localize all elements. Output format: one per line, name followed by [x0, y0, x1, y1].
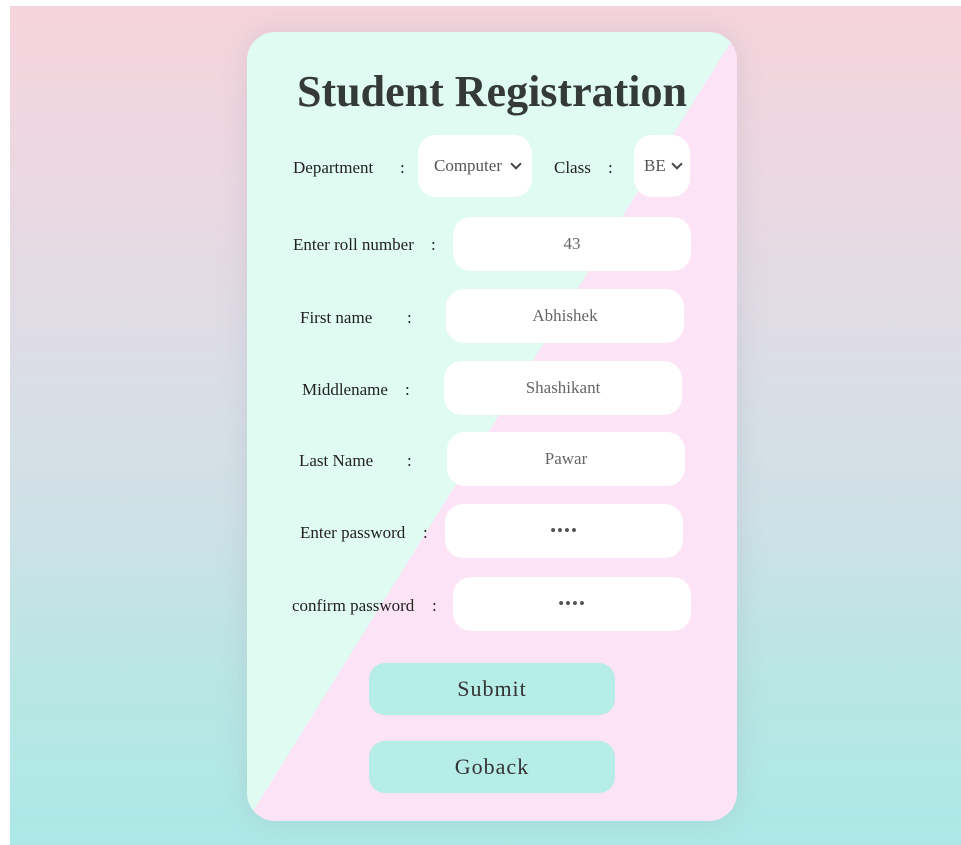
last-name-label: Last Name	[299, 451, 374, 470]
class-select[interactable]: BE	[634, 135, 690, 197]
roll-number-colon: :	[431, 235, 436, 254]
middle-name-colon: :	[405, 380, 410, 399]
class-selected-value: BE	[644, 156, 666, 175]
class-label: Class	[554, 158, 591, 177]
registration-card: Student Registration Department : Comput…	[247, 32, 737, 821]
department-colon: :	[400, 158, 405, 177]
class-colon: :	[608, 158, 613, 177]
chevron-down-icon	[671, 158, 683, 170]
password-label: Enter password	[300, 523, 406, 542]
department-select[interactable]: Computer	[418, 135, 532, 197]
middle-name-label: Middlename	[302, 380, 388, 399]
first-name-colon: :	[407, 308, 412, 327]
password-input[interactable]	[445, 504, 683, 558]
goback-button[interactable]: Goback	[369, 741, 615, 793]
page-background: Student Registration Department : Comput…	[10, 6, 961, 845]
middle-name-input[interactable]	[444, 361, 682, 415]
submit-button[interactable]: Submit	[369, 663, 615, 715]
last-name-colon: :	[407, 451, 412, 470]
last-name-input[interactable]	[447, 432, 685, 486]
department-selected-value: Computer	[434, 156, 502, 175]
password-colon: :	[423, 523, 428, 542]
roll-number-label: Enter roll number	[293, 235, 414, 254]
page-title: Student Registration	[297, 67, 687, 116]
first-name-input[interactable]	[446, 289, 684, 343]
confirm-password-input[interactable]	[453, 577, 691, 631]
confirm-password-label: confirm password	[292, 596, 415, 615]
confirm-password-colon: :	[432, 596, 437, 615]
first-name-label: First name	[300, 308, 373, 327]
roll-number-input[interactable]	[453, 217, 691, 271]
chevron-down-icon	[510, 158, 522, 170]
department-label: Department	[293, 158, 374, 177]
